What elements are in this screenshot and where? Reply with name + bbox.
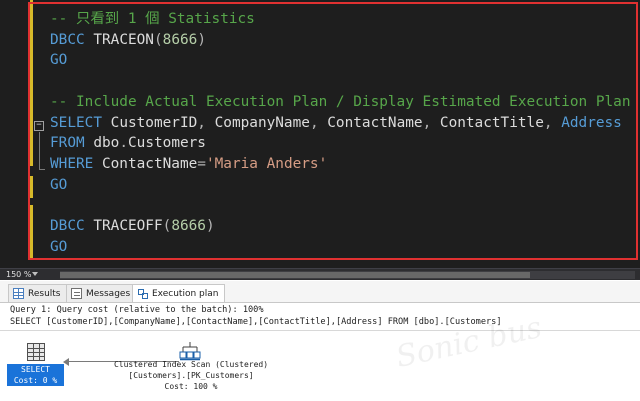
execution-plan-icon [137, 288, 148, 299]
tab-execution-plan[interactable]: Execution plan [132, 284, 226, 302]
results-tab-bar: Results Messages Execution plan [0, 281, 640, 303]
data-flow-arrow-head [63, 358, 69, 366]
select-operator-label[interactable]: SELECT Cost: 0 % [7, 364, 64, 386]
zoom-level[interactable]: 150 % [6, 269, 31, 281]
plan-separator [0, 330, 640, 331]
horizontal-scrollbar[interactable] [60, 271, 635, 279]
editor-status-bar: 150 % [0, 268, 640, 280]
scrollbar-thumb[interactable] [60, 272, 530, 278]
scan-operator-object: [Customers].[PK_Customers] [128, 371, 254, 380]
messages-icon [71, 288, 82, 299]
zoom-dropdown-icon[interactable] [32, 272, 38, 276]
query-cost-text: Query 1: Query cost (relative to the bat… [10, 305, 264, 315]
select-operator-cost: Cost: 0 % [13, 376, 58, 385]
highlight-frame [28, 2, 638, 260]
select-operator-name: SELECT [21, 365, 50, 374]
select-operator-icon[interactable] [27, 343, 45, 361]
grid-icon [13, 288, 24, 299]
scan-operator-name: Clustered Index Scan (Clustered) [113, 360, 269, 369]
clustered-index-scan-icon[interactable] [179, 341, 201, 361]
tab-execution-plan-label: Execution plan [152, 288, 219, 299]
tab-results-label: Results [28, 288, 61, 299]
query-text: SELECT [CustomerID],[CompanyName],[Conta… [10, 317, 502, 327]
scan-operator-cost: Cost: 100 % [164, 382, 218, 391]
tab-results[interactable]: Results [8, 284, 68, 302]
execution-plan-pane[interactable]: Query 1: Query cost (relative to the bat… [0, 303, 640, 401]
tab-messages[interactable]: Messages [66, 284, 138, 302]
query-editor[interactable]: − -- 只看到 1 個 Statistics DBCC TRACEON(8666… [0, 0, 640, 268]
tab-messages-label: Messages [86, 288, 131, 299]
